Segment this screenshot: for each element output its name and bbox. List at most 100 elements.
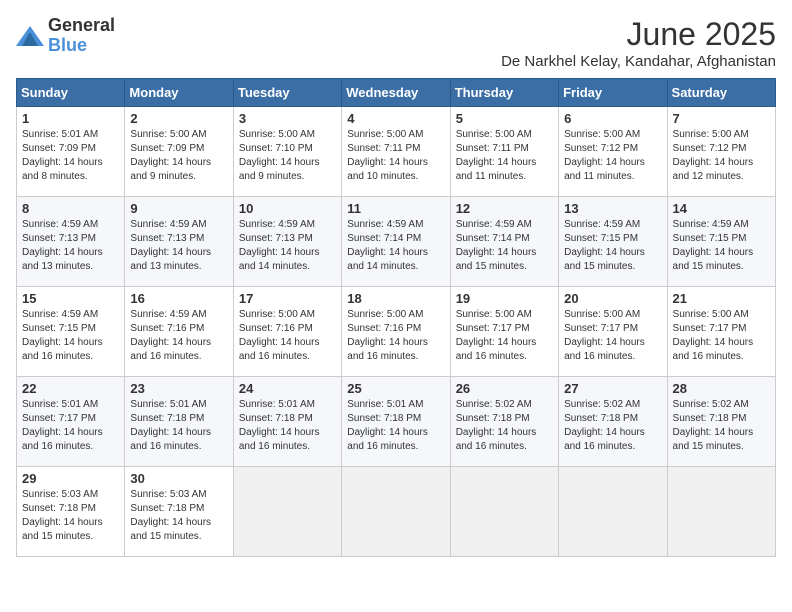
day-detail: Sunrise: 5:00 AMSunset: 7:16 PMDaylight:… [347,309,428,362]
calendar-cell: 26 Sunrise: 5:02 AMSunset: 7:18 PMDaylig… [450,377,558,467]
calendar-week-row: 1 Sunrise: 5:01 AMSunset: 7:09 PMDayligh… [17,107,776,197]
day-number: 28 [673,381,770,396]
day-detail: Sunrise: 5:00 AMSunset: 7:16 PMDaylight:… [239,309,320,362]
calendar-cell: 24 Sunrise: 5:01 AMSunset: 7:18 PMDaylig… [233,377,341,467]
day-detail: Sunrise: 5:01 AMSunset: 7:09 PMDaylight:… [22,129,103,182]
day-number: 2 [130,111,227,126]
day-detail: Sunrise: 4:59 AMSunset: 7:15 PMDaylight:… [564,219,645,272]
day-number: 9 [130,201,227,216]
day-detail: Sunrise: 4:59 AMSunset: 7:14 PMDaylight:… [456,219,537,272]
title-area: June 2025 De Narkhel Kelay, Kandahar, Af… [501,16,776,70]
day-detail: Sunrise: 5:03 AMSunset: 7:18 PMDaylight:… [130,489,211,542]
logo-blue: Blue [48,35,87,55]
day-number: 5 [456,111,553,126]
day-number: 13 [564,201,661,216]
calendar-cell: 12 Sunrise: 4:59 AMSunset: 7:14 PMDaylig… [450,197,558,287]
calendar-cell: 13 Sunrise: 4:59 AMSunset: 7:15 PMDaylig… [559,197,667,287]
day-detail: Sunrise: 5:02 AMSunset: 7:18 PMDaylight:… [673,399,754,452]
calendar-cell: 11 Sunrise: 4:59 AMSunset: 7:14 PMDaylig… [342,197,450,287]
header-day-thursday: Thursday [450,79,558,107]
day-number: 29 [22,471,119,486]
day-number: 15 [22,291,119,306]
day-number: 11 [347,201,444,216]
day-number: 19 [456,291,553,306]
logo: General Blue [16,16,115,56]
day-number: 1 [22,111,119,126]
day-detail: Sunrise: 5:00 AMSunset: 7:17 PMDaylight:… [673,309,754,362]
header-day-sunday: Sunday [17,79,125,107]
calendar-cell: 28 Sunrise: 5:02 AMSunset: 7:18 PMDaylig… [667,377,775,467]
day-detail: Sunrise: 4:59 AMSunset: 7:16 PMDaylight:… [130,309,211,362]
day-number: 30 [130,471,227,486]
day-detail: Sunrise: 4:59 AMSunset: 7:13 PMDaylight:… [130,219,211,272]
day-detail: Sunrise: 5:00 AMSunset: 7:09 PMDaylight:… [130,129,211,182]
calendar-header-row: SundayMondayTuesdayWednesdayThursdayFrid… [17,79,776,107]
day-number: 22 [22,381,119,396]
header-day-friday: Friday [559,79,667,107]
calendar-cell: 9 Sunrise: 4:59 AMSunset: 7:13 PMDayligh… [125,197,233,287]
calendar-week-row: 15 Sunrise: 4:59 AMSunset: 7:15 PMDaylig… [17,287,776,377]
calendar-cell: 1 Sunrise: 5:01 AMSunset: 7:09 PMDayligh… [17,107,125,197]
day-detail: Sunrise: 5:00 AMSunset: 7:17 PMDaylight:… [564,309,645,362]
calendar-cell: 18 Sunrise: 5:00 AMSunset: 7:16 PMDaylig… [342,287,450,377]
day-number: 8 [22,201,119,216]
day-number: 7 [673,111,770,126]
day-number: 17 [239,291,336,306]
calendar-cell [559,467,667,557]
day-detail: Sunrise: 5:00 AMSunset: 7:11 PMDaylight:… [456,129,537,182]
calendar-cell: 29 Sunrise: 5:03 AMSunset: 7:18 PMDaylig… [17,467,125,557]
calendar-cell: 22 Sunrise: 5:01 AMSunset: 7:17 PMDaylig… [17,377,125,467]
header: General Blue June 2025 De Narkhel Kelay,… [16,16,776,70]
day-detail: Sunrise: 4:59 AMSunset: 7:14 PMDaylight:… [347,219,428,272]
day-number: 24 [239,381,336,396]
day-detail: Sunrise: 5:00 AMSunset: 7:10 PMDaylight:… [239,129,320,182]
logo-icon [16,26,44,46]
calendar-cell: 17 Sunrise: 5:00 AMSunset: 7:16 PMDaylig… [233,287,341,377]
day-number: 21 [673,291,770,306]
calendar-cell: 7 Sunrise: 5:00 AMSunset: 7:12 PMDayligh… [667,107,775,197]
day-detail: Sunrise: 4:59 AMSunset: 7:15 PMDaylight:… [673,219,754,272]
day-detail: Sunrise: 5:01 AMSunset: 7:17 PMDaylight:… [22,399,103,452]
day-detail: Sunrise: 5:01 AMSunset: 7:18 PMDaylight:… [347,399,428,452]
calendar-cell [342,467,450,557]
day-number: 4 [347,111,444,126]
calendar-cell: 10 Sunrise: 4:59 AMSunset: 7:13 PMDaylig… [233,197,341,287]
day-detail: Sunrise: 5:02 AMSunset: 7:18 PMDaylight:… [564,399,645,452]
header-day-wednesday: Wednesday [342,79,450,107]
calendar-cell: 6 Sunrise: 5:00 AMSunset: 7:12 PMDayligh… [559,107,667,197]
calendar-cell: 19 Sunrise: 5:00 AMSunset: 7:17 PMDaylig… [450,287,558,377]
calendar-cell [667,467,775,557]
day-detail: Sunrise: 5:02 AMSunset: 7:18 PMDaylight:… [456,399,537,452]
calendar-cell: 16 Sunrise: 4:59 AMSunset: 7:16 PMDaylig… [125,287,233,377]
header-day-saturday: Saturday [667,79,775,107]
day-detail: Sunrise: 4:59 AMSunset: 7:13 PMDaylight:… [239,219,320,272]
calendar-cell: 30 Sunrise: 5:03 AMSunset: 7:18 PMDaylig… [125,467,233,557]
calendar-cell: 25 Sunrise: 5:01 AMSunset: 7:18 PMDaylig… [342,377,450,467]
day-detail: Sunrise: 5:00 AMSunset: 7:12 PMDaylight:… [673,129,754,182]
day-detail: Sunrise: 5:01 AMSunset: 7:18 PMDaylight:… [130,399,211,452]
calendar-cell: 4 Sunrise: 5:00 AMSunset: 7:11 PMDayligh… [342,107,450,197]
calendar-cell: 5 Sunrise: 5:00 AMSunset: 7:11 PMDayligh… [450,107,558,197]
day-detail: Sunrise: 5:03 AMSunset: 7:18 PMDaylight:… [22,489,103,542]
day-detail: Sunrise: 5:00 AMSunset: 7:17 PMDaylight:… [456,309,537,362]
day-detail: Sunrise: 4:59 AMSunset: 7:13 PMDaylight:… [22,219,103,272]
calendar-cell: 2 Sunrise: 5:00 AMSunset: 7:09 PMDayligh… [125,107,233,197]
day-number: 23 [130,381,227,396]
day-detail: Sunrise: 4:59 AMSunset: 7:15 PMDaylight:… [22,309,103,362]
day-detail: Sunrise: 5:00 AMSunset: 7:11 PMDaylight:… [347,129,428,182]
calendar-cell [233,467,341,557]
day-detail: Sunrise: 5:01 AMSunset: 7:18 PMDaylight:… [239,399,320,452]
header-day-monday: Monday [125,79,233,107]
day-number: 3 [239,111,336,126]
calendar-cell: 8 Sunrise: 4:59 AMSunset: 7:13 PMDayligh… [17,197,125,287]
day-detail: Sunrise: 5:00 AMSunset: 7:12 PMDaylight:… [564,129,645,182]
day-number: 25 [347,381,444,396]
calendar-cell: 15 Sunrise: 4:59 AMSunset: 7:15 PMDaylig… [17,287,125,377]
logo-general: General [48,15,115,35]
calendar-cell: 20 Sunrise: 5:00 AMSunset: 7:17 PMDaylig… [559,287,667,377]
day-number: 26 [456,381,553,396]
day-number: 18 [347,291,444,306]
location-title: De Narkhel Kelay, Kandahar, Afghanistan [501,53,776,70]
day-number: 10 [239,201,336,216]
day-number: 6 [564,111,661,126]
